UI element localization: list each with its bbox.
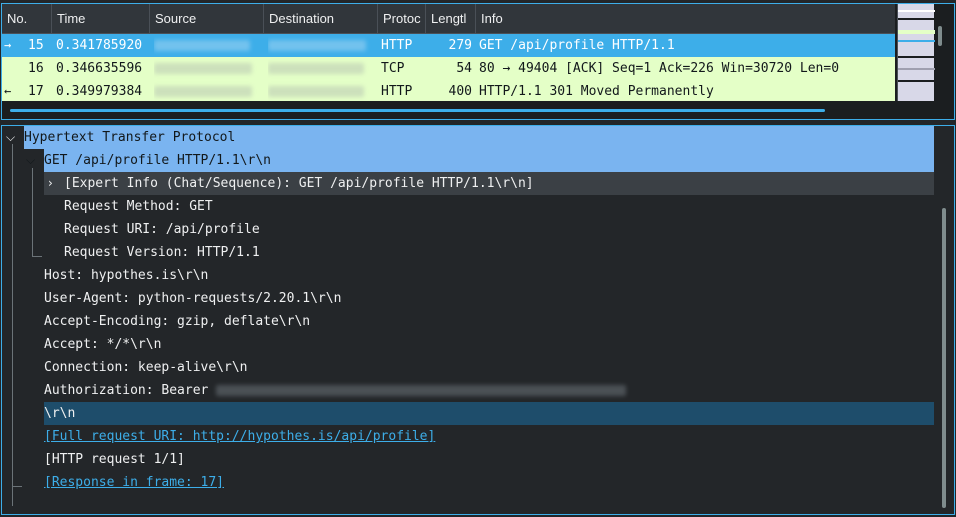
packet-destination-redacted [268, 80, 376, 103]
packet-time: 0.349979384 [56, 84, 143, 99]
chevron-down-icon[interactable]: ⌵ [26, 149, 38, 172]
packet-no: 17 [28, 84, 44, 99]
packet-list-vertical-scrollbar[interactable] [938, 26, 942, 46]
packet-time: 0.346635596 [56, 61, 143, 76]
tree-node-user-agent[interactable]: User-Agent: python-requests/2.20.1\r\n [44, 287, 341, 310]
tree-line [32, 168, 33, 256]
tree-line [32, 256, 42, 257]
packet-no: 15 [28, 38, 44, 53]
packet-details-pane[interactable]: ⌵ Hypertext Transfer Protocol ⌵ GET /api… [1, 125, 955, 515]
tree-node-connection[interactable]: Connection: keep-alive\r\n [44, 356, 248, 379]
packet-source-redacted [154, 34, 262, 57]
packet-no: 16 [28, 61, 44, 76]
packet-length: 279 [448, 38, 472, 53]
packet-info: HTTP/1.1 301 Moved Permanently [479, 84, 714, 99]
horizontal-scrollbar[interactable] [2, 101, 895, 119]
chevron-right-icon[interactable]: › [48, 172, 60, 195]
chevron-down-icon[interactable]: ⌵ [6, 126, 18, 149]
tree-node-expert-info[interactable]: › [Expert Info (Chat/Sequence): GET /api… [44, 172, 934, 195]
tree-node-label: Hypertext Transfer Protocol [24, 130, 236, 145]
packet-protocol: TCP [381, 61, 405, 76]
tree-line [12, 486, 22, 487]
tree-node-accept[interactable]: Accept: */*\r\n [44, 333, 161, 356]
tree-node-request-uri[interactable]: Request URI: /api/profile [64, 218, 260, 241]
tree-node-http[interactable]: ⌵ Hypertext Transfer Protocol [6, 126, 934, 149]
tree-node-response-in[interactable]: [Response in frame: 17] [44, 471, 224, 494]
tree-line [12, 144, 13, 506]
packet-minimap[interactable] [897, 4, 935, 101]
tree-node-request-method[interactable]: Request Method: GET [64, 195, 213, 218]
column-header-destination[interactable]: Destination [264, 4, 378, 34]
tree-node-accept-encoding[interactable]: Accept-Encoding: gzip, deflate\r\n [44, 310, 310, 333]
packet-destination-redacted [268, 57, 376, 80]
tree-node-request-version[interactable]: Request Version: HTTP/1.1 [64, 241, 260, 264]
column-header-length[interactable]: Lengtl [426, 4, 476, 34]
packet-time: 0.341785920 [56, 38, 143, 53]
packet-row[interactable]: → 15 0.341785920 HTTP 279 GET /api/profi… [2, 34, 895, 57]
column-header-protocol[interactable]: Protoc [378, 4, 426, 34]
packet-info: 80 → 49404 [ACK] Seq=1 Ack=226 Win=30720… [479, 61, 840, 76]
authorization-token-redacted [216, 385, 627, 396]
packet-length: 400 [448, 84, 472, 99]
packet-destination-redacted [268, 34, 376, 57]
tree-node-label: GET /api/profile HTTP/1.1\r\n [44, 153, 271, 168]
packet-list-header: No. Time Source Destination Protoc Lengt… [2, 4, 895, 34]
packet-protocol: HTTP [381, 84, 413, 99]
packet-source-redacted [154, 57, 262, 80]
full-uri-link[interactable]: [Full request URI: http://hypothes.is/ap… [44, 429, 435, 444]
related-packet-arrow-icon: → [4, 38, 12, 52]
packet-source-redacted [154, 80, 262, 103]
tree-node-host[interactable]: Host: hypothes.is\r\n [44, 264, 208, 287]
tree-node-full-uri[interactable]: [Full request URI: http://hypothes.is/ap… [44, 425, 435, 448]
packet-list-pane[interactable]: No. Time Source Destination Protoc Lengt… [1, 3, 955, 120]
tree-node-crlf[interactable]: \r\n [44, 402, 934, 425]
tree-node-http-request[interactable]: [HTTP request 1/1] [44, 448, 185, 471]
response-frame-link[interactable]: [Response in frame: 17] [44, 475, 224, 490]
response-arrow-icon: ← [4, 84, 12, 98]
packet-info: GET /api/profile HTTP/1.1 [479, 38, 675, 53]
tree-node-label: [Expert Info (Chat/Sequence): GET /api/p… [64, 176, 534, 191]
column-header-info[interactable]: Info [476, 4, 895, 34]
column-header-source[interactable]: Source [150, 4, 264, 34]
authorization-label: Authorization: Bearer [44, 383, 209, 398]
details-vertical-scrollbar[interactable] [942, 208, 946, 508]
packet-row[interactable]: 16 0.346635596 TCP 54 80 → 49404 [ACK] S… [2, 57, 895, 80]
column-header-time[interactable]: Time [52, 4, 150, 34]
packet-length: 54 [456, 61, 472, 76]
horizontal-scrollbar-thumb[interactable] [10, 109, 825, 112]
tree-node-authorization[interactable]: Authorization: Bearer [44, 379, 627, 402]
column-header-no[interactable]: No. [2, 4, 52, 34]
packet-row[interactable]: ← 17 0.349979384 HTTP 400 HTTP/1.1 301 M… [2, 80, 895, 103]
packet-protocol: HTTP [381, 38, 413, 53]
tree-node-request-line[interactable]: ⌵ GET /api/profile HTTP/1.1\r\n [26, 149, 934, 172]
